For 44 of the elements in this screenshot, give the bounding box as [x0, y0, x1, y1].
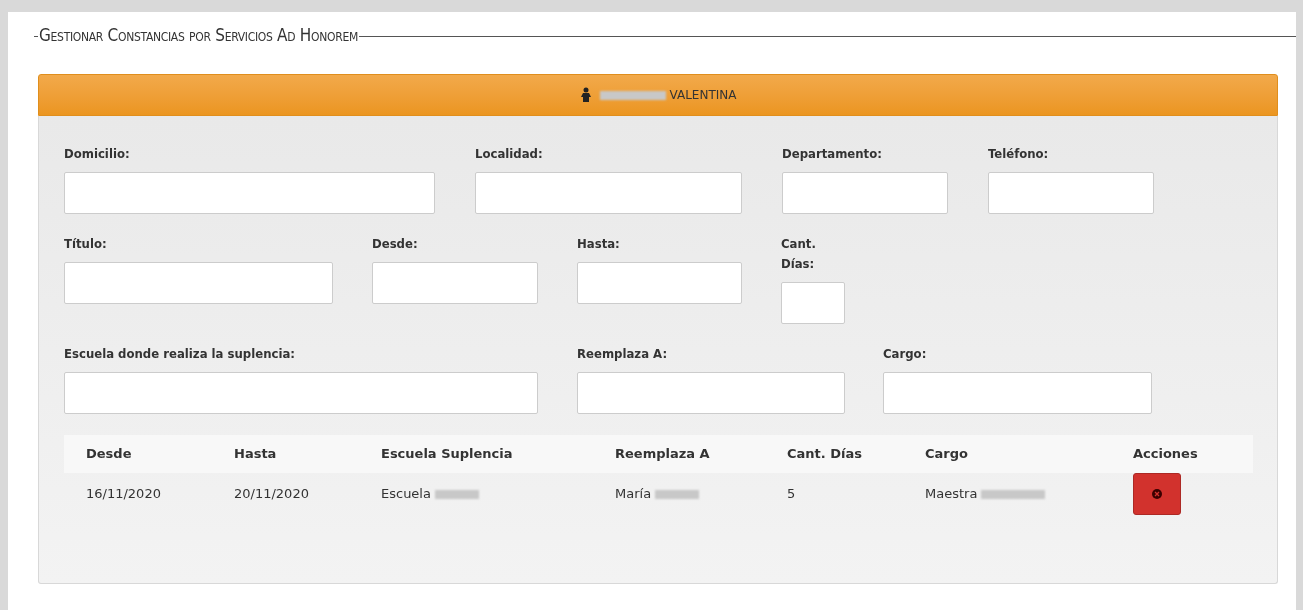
input-field[interactable] [64, 372, 538, 414]
column-header: Desde [86, 445, 133, 464]
input-field[interactable] [988, 172, 1154, 214]
input-field[interactable] [781, 282, 845, 324]
person-name: VALENTINA [669, 87, 737, 104]
field-label: Departamento: [782, 145, 883, 163]
input-field[interactable] [577, 372, 845, 414]
close-icon [1152, 489, 1162, 499]
field-label: Desde: [372, 235, 419, 253]
column-header: Hasta [234, 445, 278, 464]
field-label: Cant. Días: [781, 235, 817, 273]
input-field[interactable] [577, 262, 742, 304]
input-field[interactable] [64, 262, 333, 304]
input-field[interactable] [64, 172, 435, 214]
input-field[interactable] [475, 172, 742, 214]
field-label: Título: [64, 235, 108, 253]
field-label: Cargo: [883, 345, 928, 363]
input-field[interactable] [883, 372, 1152, 414]
redaction-mark [981, 489, 1046, 499]
field-label: Hasta: [577, 235, 621, 253]
input-field[interactable] [782, 172, 948, 214]
table-cell-text: María [615, 485, 652, 504]
redaction-mark [599, 90, 666, 100]
field-label: Domicilio: [64, 145, 131, 163]
column-header: Escuela Suplencia [381, 445, 514, 464]
table-cell-text: Maestra [925, 485, 978, 504]
field-label: Escuela donde realiza la suplencia: [64, 345, 296, 363]
field-label: Teléfono: [988, 145, 1050, 163]
column-header: Cargo [925, 445, 969, 464]
field-label: Reemplaza A: [577, 345, 669, 363]
table-cell-text: 20/11/2020 [234, 485, 309, 504]
person-icon [579, 87, 592, 103]
column-header: Reemplaza A [615, 445, 711, 464]
redaction-mark [434, 489, 479, 499]
field-label: Localidad: [475, 145, 544, 163]
table-cell-text: 16/11/2020 [86, 485, 161, 504]
table-cell-text: 5 [787, 485, 796, 504]
table-cell-text: Escuela [381, 485, 431, 504]
column-header: Acciones [1133, 445, 1199, 464]
input-field[interactable] [372, 262, 538, 304]
redaction-mark [655, 489, 700, 499]
column-header: Cant. Días [787, 445, 863, 464]
delete-button[interactable] [1133, 473, 1181, 515]
section-title: Gestionar Constancias por Servicios Ad Honorem [38, 24, 359, 48]
